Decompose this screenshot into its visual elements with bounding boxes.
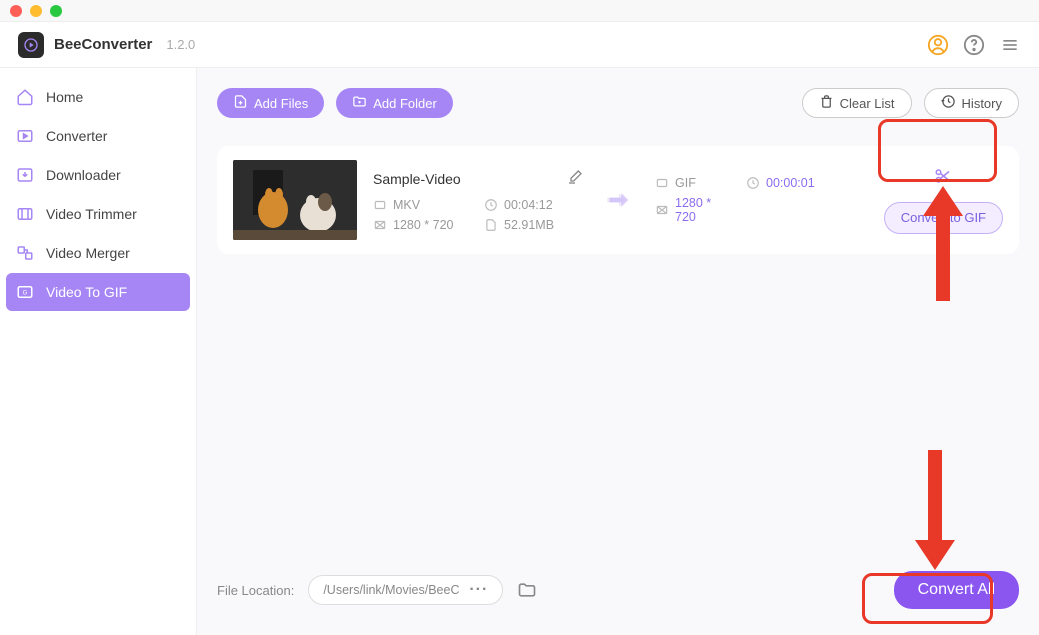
file-location-label: File Location: xyxy=(217,583,294,598)
footer-bar: File Location: /Users/link/Movies/BeeC ·… xyxy=(217,565,1019,615)
clock-icon xyxy=(484,198,498,212)
convert-all-button[interactable]: Convert All xyxy=(894,571,1019,609)
file-item-card: Sample-Video MKV 00:04:12 1280 * 720 52.… xyxy=(217,146,1019,254)
format-icon xyxy=(373,198,387,212)
sidebar-item-converter[interactable]: Converter xyxy=(6,117,190,155)
video-name: Sample-Video xyxy=(373,171,461,187)
source-info: Sample-Video MKV 00:04:12 1280 * 720 52.… xyxy=(373,169,583,232)
arrow-down-icon xyxy=(915,450,955,570)
app-version: 1.2.0 xyxy=(166,37,195,52)
gif-icon: G xyxy=(16,283,34,301)
add-folder-button[interactable]: Add Folder xyxy=(336,88,453,118)
close-window-icon[interactable] xyxy=(10,5,22,17)
converter-icon xyxy=(16,127,34,145)
open-folder-icon[interactable] xyxy=(517,580,537,600)
sidebar-item-downloader[interactable]: Downloader xyxy=(6,156,190,194)
dst-format: GIF xyxy=(675,176,696,190)
trash-icon xyxy=(819,94,834,112)
add-folder-icon xyxy=(352,94,367,112)
sidebar-item-home[interactable]: Home xyxy=(6,78,190,116)
scissors-icon[interactable] xyxy=(934,167,952,190)
format-icon xyxy=(655,176,669,190)
add-file-icon xyxy=(233,94,248,112)
destination-info: GIF 00:00:01 1280 * 720 xyxy=(655,176,825,224)
home-icon xyxy=(16,88,34,106)
sidebar-item-trimmer[interactable]: Video Trimmer xyxy=(6,195,190,233)
resolution-icon xyxy=(373,218,387,232)
window-titlebar xyxy=(0,0,1039,22)
video-thumbnail xyxy=(233,160,357,240)
convert-arrow-icon xyxy=(599,186,639,214)
src-format: MKV xyxy=(393,198,420,212)
app-header: BeeConverter 1.2.0 xyxy=(0,22,1039,68)
toolbar: Add Files Add Folder Clear List History xyxy=(217,88,1019,118)
main-content: Add Files Add Folder Clear List History xyxy=(197,68,1039,635)
download-icon xyxy=(16,166,34,184)
sidebar-item-merger[interactable]: Video Merger xyxy=(6,234,190,272)
svg-text:G: G xyxy=(23,290,28,296)
sidebar-item-label: Home xyxy=(46,89,83,105)
size-icon xyxy=(484,218,498,232)
help-icon[interactable] xyxy=(963,34,985,56)
src-resolution: 1280 * 720 xyxy=(393,218,453,232)
item-actions: Convert to GIF xyxy=(884,167,1003,234)
app-name: BeeConverter xyxy=(54,36,152,53)
trimmer-icon xyxy=(16,205,34,223)
sidebar-item-label: Video Trimmer xyxy=(46,206,137,222)
clock-icon xyxy=(746,176,760,190)
history-button[interactable]: History xyxy=(924,88,1019,118)
app-logo-icon xyxy=(18,32,44,58)
path-more-icon[interactable]: ··· xyxy=(463,581,494,599)
sidebar-item-label: Converter xyxy=(46,128,107,144)
sidebar: Home Converter Downloader Video Trimmer … xyxy=(0,68,197,635)
src-size: 52.91MB xyxy=(504,218,554,232)
sidebar-item-label: Video To GIF xyxy=(46,284,127,300)
minimize-window-icon[interactable] xyxy=(30,5,42,17)
dst-resolution[interactable]: 1280 * 720 xyxy=(675,196,734,224)
menu-icon[interactable] xyxy=(999,34,1021,56)
sidebar-item-video-to-gif[interactable]: G Video To GIF xyxy=(6,273,190,311)
sidebar-item-label: Downloader xyxy=(46,167,121,183)
convert-to-gif-button[interactable]: Convert to GIF xyxy=(884,202,1003,234)
merger-icon xyxy=(16,244,34,262)
add-files-button[interactable]: Add Files xyxy=(217,88,324,118)
user-account-icon[interactable] xyxy=(927,34,949,56)
sidebar-item-label: Video Merger xyxy=(46,245,130,261)
edit-name-icon[interactable] xyxy=(567,169,583,190)
clear-list-button[interactable]: Clear List xyxy=(802,88,912,118)
history-icon xyxy=(941,94,956,112)
src-duration: 00:04:12 xyxy=(504,198,553,212)
resolution-icon xyxy=(655,203,669,217)
file-location-path: /Users/link/Movies/BeeC xyxy=(323,583,463,597)
file-location-path-box: /Users/link/Movies/BeeC ··· xyxy=(308,575,503,605)
dst-duration[interactable]: 00:00:01 xyxy=(766,176,815,190)
maximize-window-icon[interactable] xyxy=(50,5,62,17)
